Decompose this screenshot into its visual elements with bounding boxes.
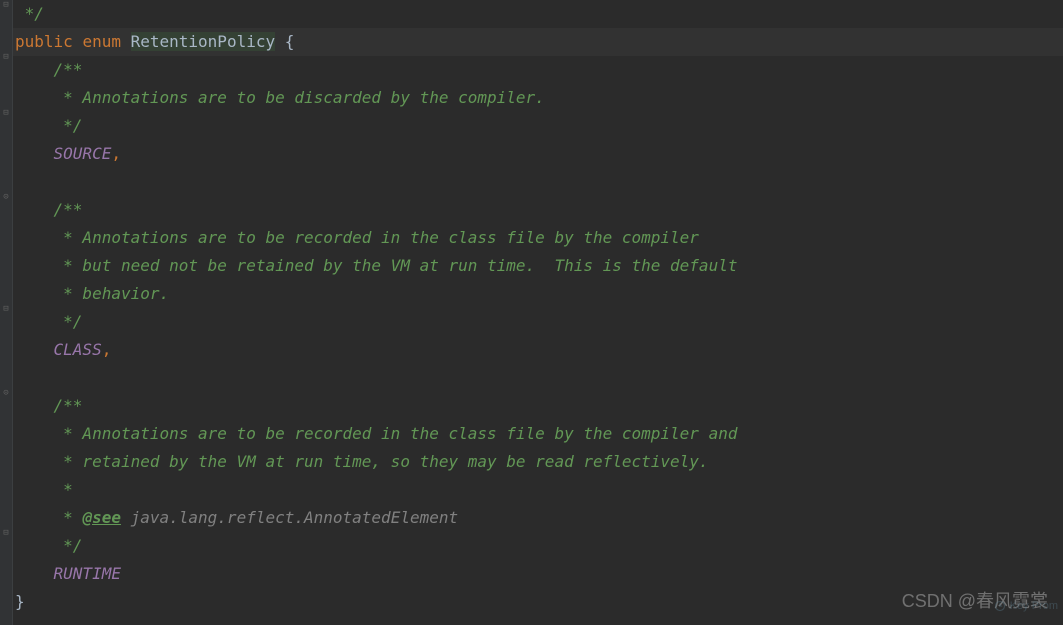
close-brace: } — [15, 592, 25, 611]
javadoc-close: */ — [15, 312, 82, 331]
comma: , — [102, 340, 112, 359]
code-editor[interactable]: */ public enum RetentionPolicy { /** * A… — [13, 0, 1063, 616]
enum-name: RetentionPolicy — [131, 32, 276, 51]
fold-marker-icon[interactable]: ⊟ — [1, 0, 11, 10]
javadoc-open: /** — [15, 60, 82, 79]
code-line: } — [13, 588, 1063, 616]
javadoc-star: * — [15, 508, 82, 527]
code-line — [13, 168, 1063, 196]
code-line: */ — [13, 112, 1063, 140]
javadoc-text: * but need not be retained by the VM at … — [15, 256, 737, 275]
javadoc-open: /** — [15, 396, 82, 415]
enum-constant: RUNTIME — [54, 564, 121, 583]
fold-marker-icon[interactable]: ⊟ — [1, 304, 11, 314]
fold-marker-icon[interactable]: ⊟ — [1, 528, 11, 538]
keyword-enum: enum — [82, 32, 121, 51]
code-line: * but need not be retained by the VM at … — [13, 252, 1063, 280]
open-brace: { — [285, 32, 295, 51]
keyword-public: public — [15, 32, 73, 51]
fold-marker-icon[interactable]: ⊝ — [1, 388, 11, 398]
comma: , — [111, 144, 121, 163]
code-line: SOURCE, — [13, 140, 1063, 168]
code-line: * @see java.lang.reflect.AnnotatedElemen… — [13, 504, 1063, 532]
enum-constant: SOURCE — [54, 144, 112, 163]
javadoc-text: * Annotations are to be recorded in the … — [15, 424, 737, 443]
javadoc-open: /** — [15, 200, 82, 219]
javadoc-close: */ — [15, 536, 82, 555]
javadoc-close: */ — [15, 116, 82, 135]
javadoc-link: java.lang.reflect.AnnotatedElement — [121, 508, 458, 527]
code-line: * — [13, 476, 1063, 504]
fold-marker-icon[interactable]: ⊟ — [1, 108, 11, 118]
javadoc-see-tag: @see — [82, 508, 121, 527]
code-line: RUNTIME — [13, 560, 1063, 588]
code-line: CLASS, — [13, 336, 1063, 364]
code-line: /** — [13, 56, 1063, 84]
code-line: * Annotations are to be recorded in the … — [13, 224, 1063, 252]
code-line: * behavior. — [13, 280, 1063, 308]
comment-text: */ — [15, 4, 44, 23]
code-line: * Annotations are to be recorded in the … — [13, 420, 1063, 448]
code-line — [13, 364, 1063, 392]
code-line: */ — [13, 532, 1063, 560]
fold-marker-icon[interactable]: ⊟ — [1, 52, 11, 62]
code-line: * retained by the VM at run time, so the… — [13, 448, 1063, 476]
javadoc-text: * Annotations are to be discarded by the… — [15, 88, 545, 107]
code-line: */ — [13, 308, 1063, 336]
code-line: * Annotations are to be discarded by the… — [13, 84, 1063, 112]
fold-marker-icon[interactable]: ⊝ — [1, 192, 11, 202]
javadoc-text: * retained by the VM at run time, so the… — [15, 452, 709, 471]
javadoc-text: * — [15, 480, 73, 499]
javadoc-text: * Annotations are to be recorded in the … — [15, 228, 699, 247]
code-line: public enum RetentionPolicy { — [13, 28, 1063, 56]
enum-constant: CLASS — [54, 340, 102, 359]
code-line: /** — [13, 196, 1063, 224]
javadoc-text: * behavior. — [15, 284, 169, 303]
code-line: */ — [13, 0, 1063, 28]
code-line: /** — [13, 392, 1063, 420]
editor-gutter: ⊟ ⊟ ⊟ ⊝ ⊟ ⊝ ⊟ — [0, 0, 13, 625]
